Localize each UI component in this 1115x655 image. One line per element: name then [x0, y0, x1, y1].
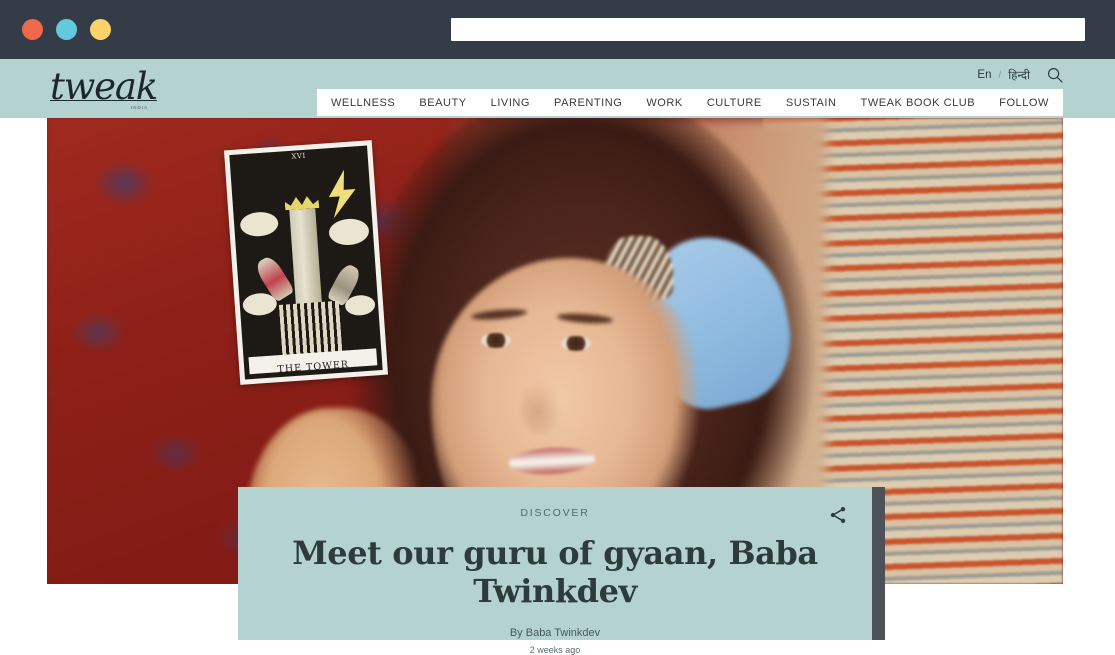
nav-item-living[interactable]: LIVING: [489, 97, 532, 109]
share-button[interactable]: [826, 503, 850, 527]
article-byline[interactable]: By Baba Twinkdev: [238, 627, 872, 639]
nav-item-wellness[interactable]: WELLNESS: [329, 97, 397, 109]
article-title: Meet our guru of gyaan, Baba Twinkdev: [292, 534, 818, 610]
hero-subject-eye-left: [481, 333, 511, 348]
article-timestamp: 2 weeks ago: [529, 645, 581, 655]
window-controls: [22, 19, 111, 40]
language-switcher: En / हिन्दी: [977, 67, 1063, 83]
page-scrollbar[interactable]: [872, 487, 885, 640]
tarot-card-art: XVI THE TOWER: [229, 145, 383, 380]
cloud-shape: [327, 217, 370, 247]
language-option-en[interactable]: En: [977, 69, 991, 81]
browser-chrome: [0, 0, 1115, 59]
search-button[interactable]: [1047, 67, 1063, 83]
tarot-card-numeral: XVI: [291, 151, 306, 161]
main-navigation: WELLNESS BEAUTY LIVING PARENTING WORK CU…: [317, 89, 1063, 116]
hero-subject-nose: [521, 380, 561, 434]
maximize-button[interactable]: [90, 19, 111, 40]
nav-item-beauty[interactable]: BEAUTY: [417, 97, 468, 109]
share-icon: [830, 507, 846, 523]
nav-item-parenting[interactable]: PARENTING: [552, 97, 624, 109]
search-icon: [1047, 67, 1063, 83]
close-button[interactable]: [22, 19, 43, 40]
tarot-card: XVI THE TOWER: [223, 140, 389, 385]
article-category[interactable]: DISCOVER: [238, 507, 872, 519]
hero-subject-eye-right: [561, 336, 591, 351]
cloud-shape: [344, 293, 376, 316]
nav-item-sustain[interactable]: SUSTAIN: [784, 97, 839, 109]
logo-subtext: INDIA: [130, 105, 148, 110]
nav-item-tweak-book-club[interactable]: TWEAK BOOK CLUB: [859, 97, 978, 109]
nav-item-culture[interactable]: CULTURE: [705, 97, 764, 109]
nav-item-follow[interactable]: FOLLOW: [997, 97, 1051, 109]
site-logo[interactable]: tweak INDIA: [50, 67, 158, 111]
nav-item-work[interactable]: WORK: [644, 97, 684, 109]
cloud-shape: [238, 210, 279, 238]
lightning-bolt-icon: [324, 169, 361, 219]
minimize-button[interactable]: [56, 19, 77, 40]
article-header-card: DISCOVER Meet our guru of gyaan, Baba Tw…: [238, 487, 872, 655]
url-input[interactable]: [451, 18, 1085, 41]
language-separator: /: [998, 69, 1002, 81]
logo-wordmark: tweak: [50, 65, 158, 108]
language-option-hi[interactable]: हिन्दी: [1008, 68, 1030, 83]
